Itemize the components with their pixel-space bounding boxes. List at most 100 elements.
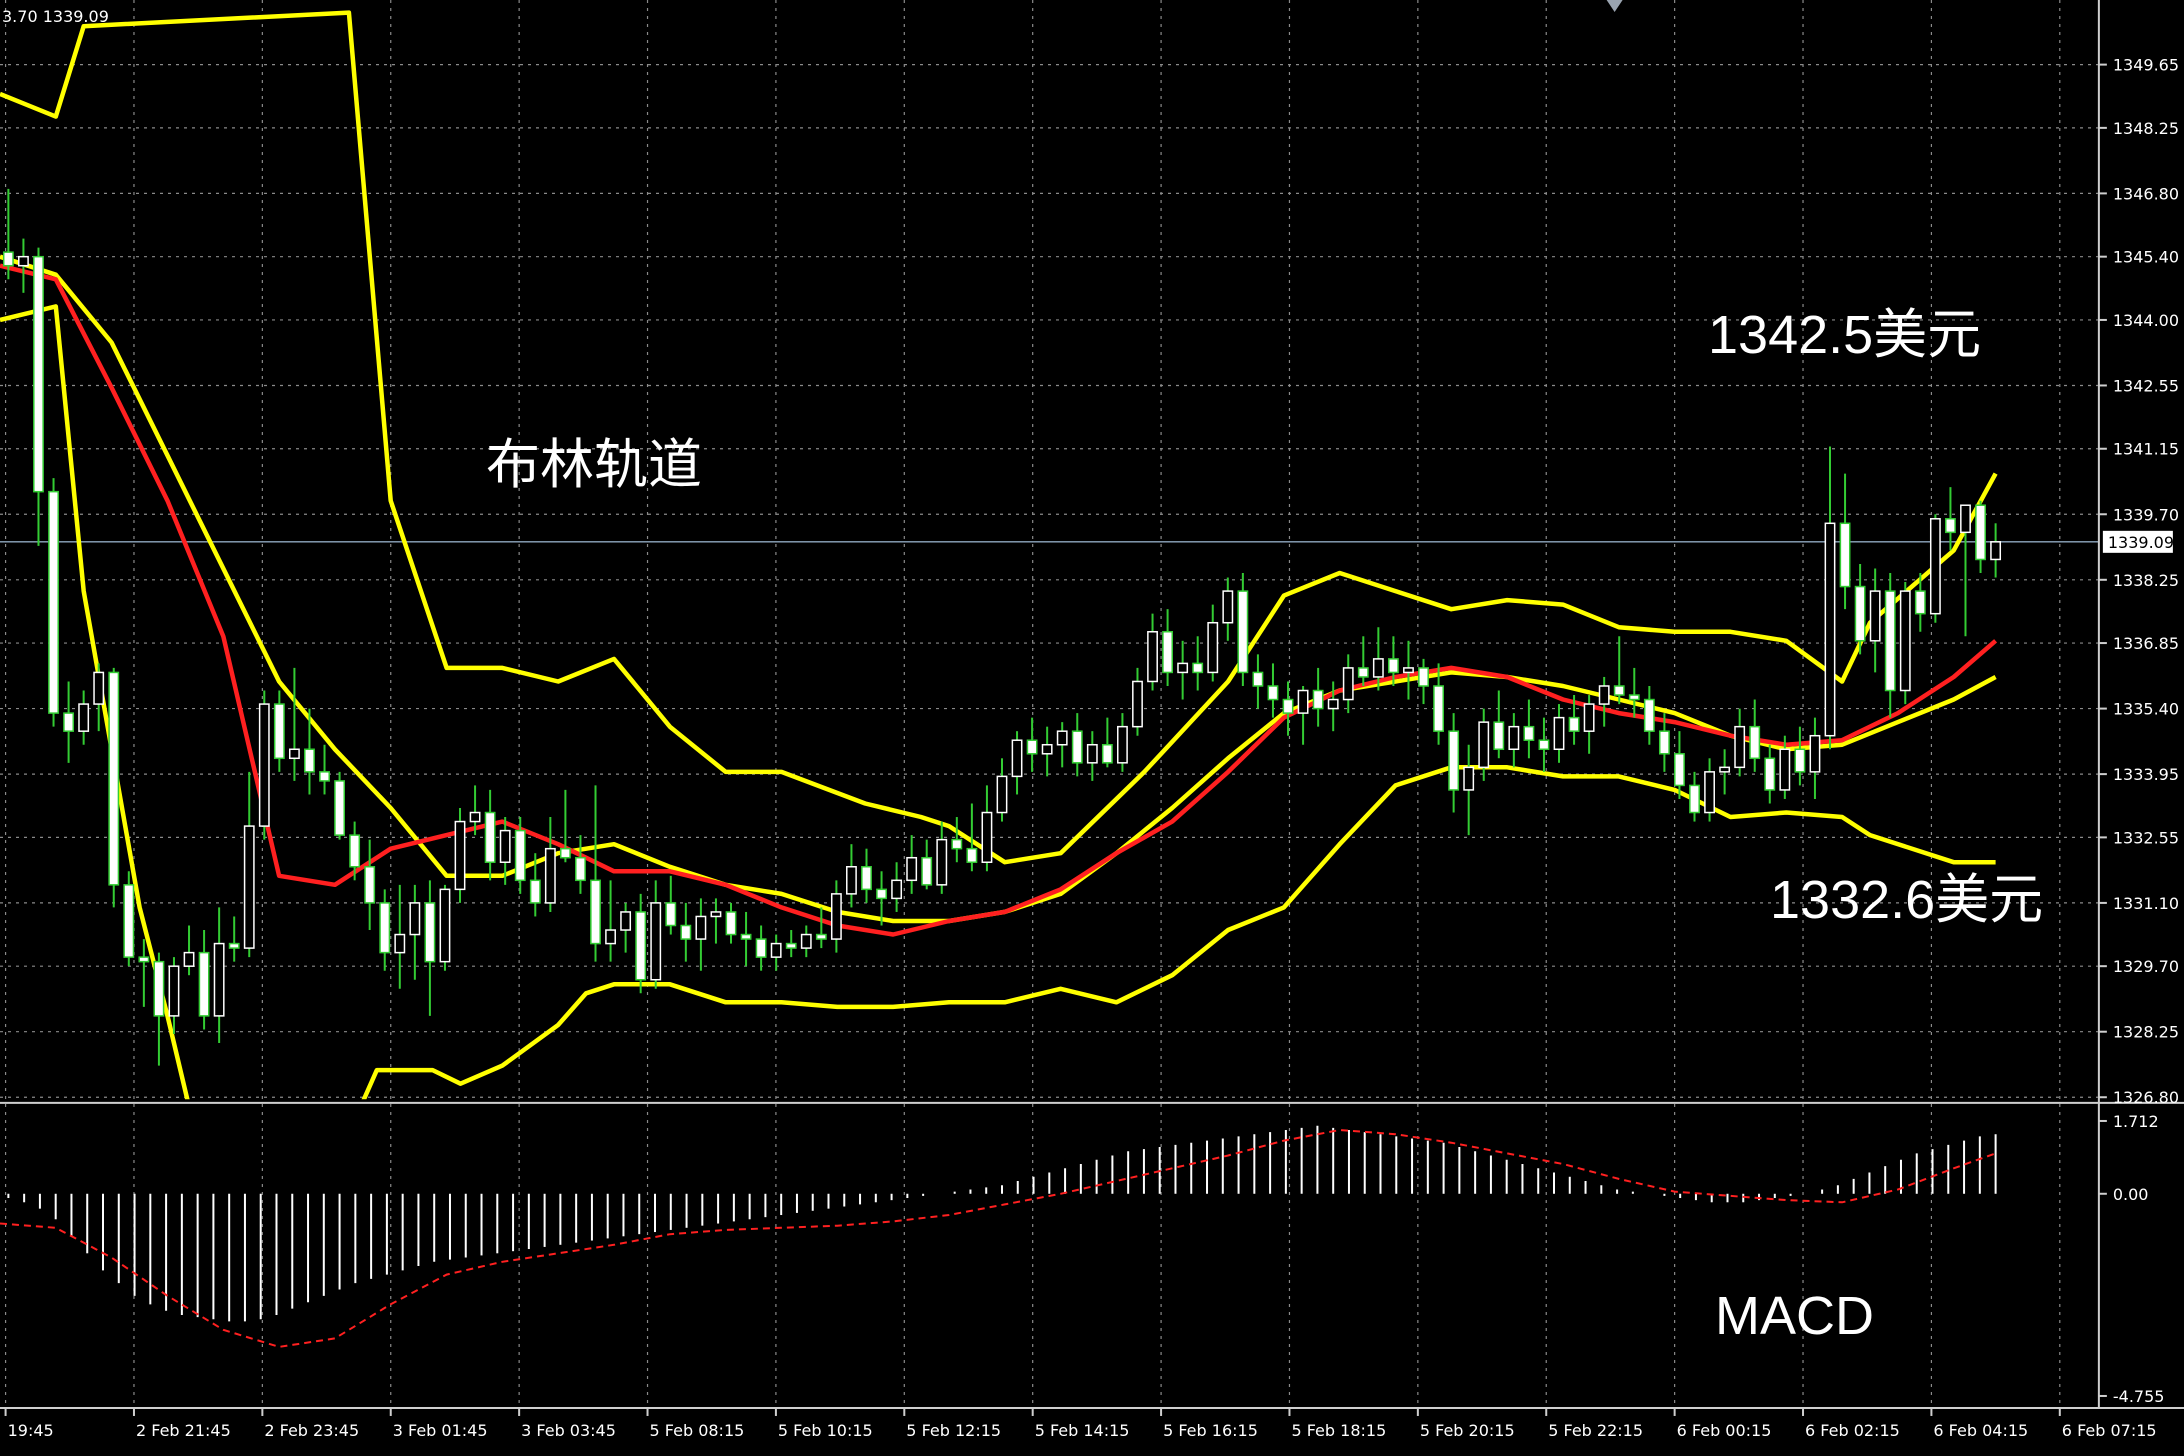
- time-tick-label: 5 Feb 18:15: [1291, 1421, 1386, 1440]
- candle-body: [153, 960, 165, 1017]
- macd-tick-label: -4.755: [2113, 1387, 2165, 1406]
- candle-body: [1643, 698, 1655, 732]
- candle-body: [635, 911, 647, 981]
- time-tick-label: 3 Feb 03:45: [521, 1421, 616, 1440]
- candle-body: [996, 775, 1008, 814]
- candle-body: [1147, 631, 1158, 683]
- annotation-macd: MACD: [1715, 1286, 1874, 1346]
- candle-body: [394, 933, 406, 954]
- candle-body: [800, 933, 812, 949]
- candle-body: [544, 847, 556, 904]
- candle-body: [1372, 658, 1384, 678]
- candle-body: [755, 938, 767, 958]
- price-tick-label: 1344.00: [2113, 311, 2179, 330]
- price-tick-label: 1338.25: [2113, 571, 2179, 590]
- time-tick-label: 5 Feb 10:15: [778, 1421, 873, 1440]
- time-tick-label: 6 Feb 00:15: [1677, 1421, 1772, 1440]
- candle-body: [680, 924, 692, 940]
- time-tick-label: 5 Feb 16:15: [1163, 1421, 1258, 1440]
- candle-body: [18, 255, 29, 267]
- candle-body: [1312, 689, 1324, 710]
- candle-body: [1794, 748, 1806, 773]
- candle-body: [78, 703, 90, 732]
- candle-body: [1026, 739, 1038, 755]
- time-tick-label: 6 Feb 02:15: [1805, 1421, 1900, 1440]
- price-tick-label: 1333.95: [2113, 765, 2179, 784]
- candle-body: [63, 712, 75, 732]
- candle-body: [1282, 698, 1294, 714]
- candle-body: [1327, 698, 1339, 710]
- candle-body: [1628, 694, 1640, 701]
- candle-body: [936, 838, 948, 886]
- candle-body: [213, 942, 225, 1017]
- candle-body: [1538, 739, 1550, 751]
- time-tick-label: 2 Feb 23:45: [264, 1421, 359, 1440]
- candle-body: [1884, 590, 1896, 692]
- candle-body: [1704, 771, 1715, 814]
- candle-body: [1011, 739, 1023, 778]
- candle-body: [1463, 766, 1475, 791]
- candle-body: [439, 888, 451, 963]
- candle-body: [1252, 671, 1264, 687]
- candle-body: [1809, 734, 1821, 773]
- candle-body: [785, 942, 797, 949]
- candle-body: [1929, 518, 1941, 615]
- price-tick-label: 1332.55: [2113, 828, 2179, 847]
- candle-body: [966, 847, 978, 863]
- candle-body: [288, 748, 300, 760]
- candle-body: [1553, 716, 1565, 751]
- candle-body: [1177, 662, 1189, 674]
- candle-body: [1779, 748, 1791, 791]
- price-tick-label: 1328.25: [2113, 1023, 2179, 1042]
- candle-body: [484, 811, 496, 863]
- candle-body: [1734, 725, 1746, 769]
- candle-body: [1342, 667, 1354, 701]
- time-tick-label: 5 Feb 12:15: [906, 1421, 1001, 1440]
- candle-body: [1764, 757, 1776, 791]
- annotation-upper-price: 1342.5美元: [1708, 305, 1981, 365]
- candle-body: [349, 834, 361, 868]
- candle-body: [1387, 658, 1399, 674]
- candle-body: [1854, 585, 1866, 642]
- candle-body: [665, 902, 677, 927]
- candle-body: [1418, 667, 1429, 687]
- candle-body: [590, 879, 601, 945]
- time-tick-label: 5 Feb 08:15: [650, 1421, 745, 1440]
- candle-body: [1945, 518, 1956, 534]
- candle-body: [1297, 689, 1309, 714]
- candle-body: [168, 965, 180, 1017]
- candle-body: [1132, 680, 1143, 728]
- candle-body: [2, 251, 14, 267]
- annotation-bollinger: 布林轨道: [486, 435, 702, 495]
- price-tick-label: 1329.70: [2113, 957, 2179, 976]
- candle-body: [1523, 725, 1535, 741]
- candle-body: [1086, 743, 1098, 764]
- candle-body: [304, 748, 315, 773]
- candle-body: [1583, 703, 1595, 732]
- candle-body: [1899, 590, 1911, 692]
- candle-body: [379, 902, 391, 954]
- candle-body: [1749, 725, 1761, 760]
- price-chart: 1349.65 1348.25 1346.80 1345.40 1344.00 1342.…: [0, 0, 2184, 1456]
- candle-body: [770, 942, 782, 958]
- candle-body: [605, 929, 616, 945]
- price-tick-label: 1345.40: [2113, 248, 2179, 267]
- candle-body: [469, 811, 481, 823]
- candle-body: [1222, 590, 1234, 624]
- candle-body: [650, 902, 662, 981]
- price-tick-label: 1341.15: [2113, 440, 2179, 459]
- candle-body: [710, 911, 722, 918]
- candle-body: [695, 915, 707, 940]
- candle-body: [891, 879, 903, 900]
- candle-body: [514, 829, 526, 882]
- candle-body: [273, 703, 285, 760]
- price-tick-label: 1348.25: [2113, 119, 2179, 138]
- candle-body: [108, 671, 120, 886]
- candle-body: [1598, 685, 1610, 705]
- candle-body: [1071, 730, 1083, 764]
- candle-body: [1357, 667, 1369, 678]
- candle-body: [740, 933, 752, 940]
- candle-body: [243, 825, 255, 949]
- price-tick-label: 1339.70: [2113, 505, 2179, 524]
- time-tick-label: 3 Feb 01:45: [393, 1421, 488, 1440]
